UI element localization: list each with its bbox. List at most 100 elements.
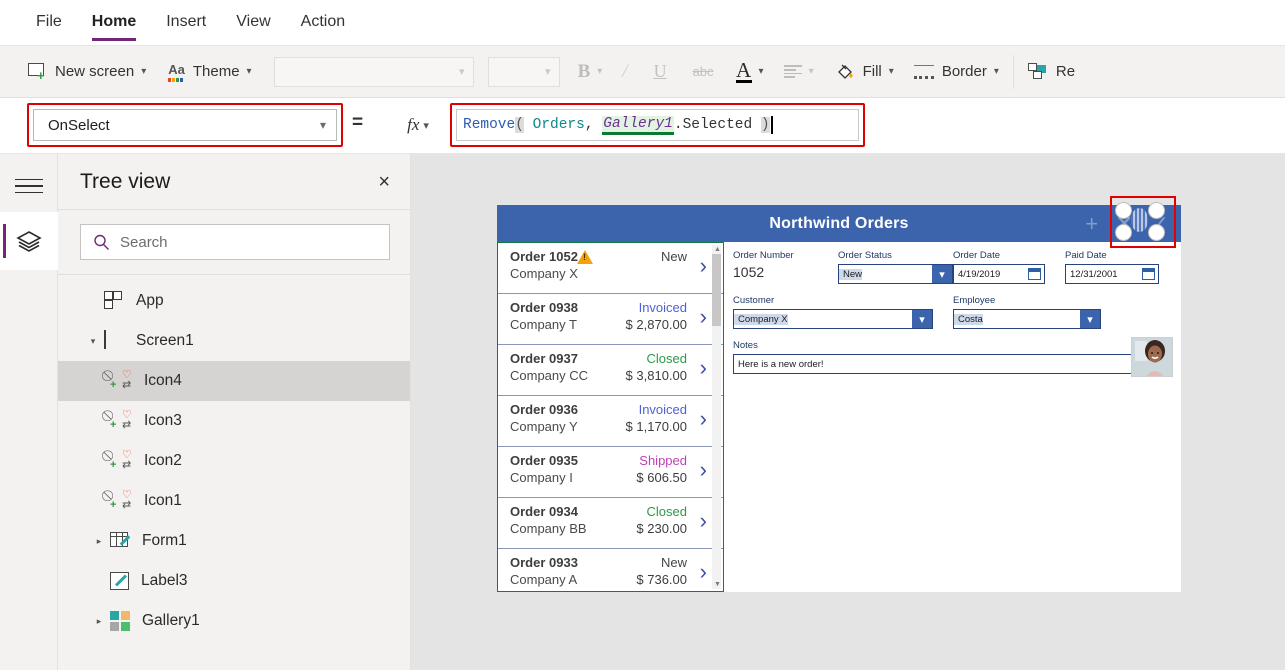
gallery-row[interactable]: Order 0933 New Company A $ 736.00 › (498, 549, 723, 591)
menu-item-file[interactable]: File (36, 13, 62, 33)
tree-item-icon4[interactable]: ⃠♡ +⇄ Icon4 (58, 361, 410, 401)
expand-caret-icon[interactable]: ▸ (97, 616, 102, 627)
selected-control-handles[interactable] (1115, 201, 1171, 243)
calendar-icon[interactable] (1028, 268, 1041, 280)
fill-button[interactable]: Fill ▾ (836, 46, 894, 98)
app-canvas[interactable]: Northwind Orders + ✕ ✓ Order 1052! New C… (497, 196, 1181, 592)
customer-dropdown[interactable]: Company X ▾ (733, 309, 933, 329)
tree-search-area (58, 210, 410, 275)
scroll-down-icon[interactable]: ▼ (714, 581, 721, 588)
menu-item-view[interactable]: View (236, 13, 270, 33)
menu-item-home[interactable]: Home (91, 13, 137, 41)
search-input[interactable] (120, 233, 360, 251)
order-status: Closed (646, 504, 687, 519)
expand-caret-icon[interactable]: ▾ (91, 336, 96, 347)
property-select[interactable]: OnSelect ▾ (33, 109, 337, 141)
menu-item-action[interactable]: Action (301, 13, 345, 33)
reorder-button[interactable]: Re (1027, 46, 1075, 98)
order-status-value: New (839, 268, 863, 280)
border-icon (913, 64, 934, 79)
equals-sign: = (352, 112, 364, 133)
align-button[interactable]: ▾ (783, 46, 814, 98)
move-handle[interactable] (1130, 207, 1149, 233)
chevron-right-icon[interactable]: › (700, 561, 707, 583)
italic-button[interactable]: / (622, 46, 627, 98)
menu-item-insert[interactable]: Insert (166, 13, 206, 33)
calendar-icon[interactable] (1142, 268, 1155, 280)
chevron-down-icon[interactable]: ▾ (912, 310, 932, 328)
fill-label: Fill (862, 63, 882, 80)
employee-dropdown[interactable]: Costa ▾ (953, 309, 1101, 329)
order-company: Company BB (510, 521, 587, 536)
layers-icon (16, 231, 42, 252)
tree-item-label: App (136, 292, 164, 309)
tree-item-icon1[interactable]: ⃠♡ +⇄ Icon1 (58, 481, 410, 521)
gallery-row[interactable]: Order 0938 Invoiced Company T $ 2,870.00… (498, 294, 723, 345)
order-company: Company X (510, 266, 578, 281)
strikethrough-button[interactable]: abc (693, 46, 714, 98)
hamburger-menu-icon[interactable] (15, 176, 43, 196)
close-icon[interactable]: × (378, 172, 390, 192)
tree-item-label: Label3 (141, 572, 188, 589)
theme-button[interactable]: Aa Theme ▾ (168, 46, 252, 98)
chevron-right-icon[interactable]: › (700, 306, 707, 328)
border-button[interactable]: Border ▾ (913, 46, 999, 98)
resize-handle-bottom-right[interactable] (1148, 224, 1165, 241)
scroll-up-icon[interactable]: ▲ (714, 246, 721, 253)
tree-item-app[interactable]: App (58, 281, 410, 321)
orders-gallery[interactable]: Order 1052 New Company X › Order 0938 In… (497, 242, 724, 592)
font-color-button[interactable]: A ▾ (735, 46, 764, 98)
expand-caret-icon[interactable]: ▸ (97, 536, 102, 547)
chevron-right-icon[interactable]: › (700, 255, 707, 277)
canvas-area[interactable]: Northwind Orders + ✕ ✓ Order 1052! New C… (411, 154, 1285, 670)
formula-input[interactable]: Remove( Orders, Gallery1 .Selected ) (456, 109, 859, 141)
bold-button[interactable]: B ▾ (578, 46, 603, 98)
font-name-select[interactable]: ▾ (273, 56, 474, 87)
gallery-row[interactable]: Order 0934 Closed Company BB $ 230.00 › (498, 498, 723, 549)
chevron-right-icon[interactable]: › (700, 408, 707, 430)
gallery-row[interactable]: Order 0936 Invoiced Company Y $ 1,170.00… (498, 396, 723, 447)
chevron-down-icon[interactable]: ▾ (932, 265, 952, 283)
chevron-right-icon[interactable]: › (700, 357, 707, 379)
chevron-down-icon[interactable]: ▾ (1080, 310, 1100, 328)
gallery-scrollbar[interactable]: ▲ ▼ (712, 245, 721, 589)
order-number-value: 1052 (733, 264, 765, 280)
tree-item-gallery1[interactable]: ▸ Gallery1 (58, 601, 410, 641)
gallery-row[interactable]: Order 1052 New Company X › (498, 243, 723, 294)
order-edit-form[interactable]: Order Number 1052 Order Status New ▾ Ord… (733, 250, 1173, 380)
tree-item-icon2[interactable]: ⃠♡ +⇄ Icon2 (58, 441, 410, 481)
gallery-row[interactable]: Order 0937 Closed Company CC $ 3,810.00 … (498, 345, 723, 396)
tree-item-form1[interactable]: ▸ Form1 (58, 521, 410, 561)
tree-item-label3[interactable]: Label3 (58, 561, 410, 601)
tree-item-icon3[interactable]: ⃠♡ +⇄ Icon3 (58, 401, 410, 441)
order-date-field[interactable]: 4/19/2019 (953, 264, 1045, 284)
gallery-row[interactable]: Order 0935 Shipped Company I $ 606.50 › (498, 447, 723, 498)
notes-field[interactable]: Here is a new order! (733, 354, 1163, 374)
fx-button[interactable]: fx ▾ (392, 109, 444, 141)
scrollbar-thumb[interactable] (712, 254, 721, 326)
paid-date-field[interactable]: 12/31/2001 (1065, 264, 1159, 284)
tree-view-rail-tab[interactable] (0, 212, 58, 270)
tree-view-title: Tree view (80, 169, 171, 193)
new-screen-button[interactable]: + New screen ▾ (28, 46, 146, 98)
fx-icon: fx (407, 115, 420, 134)
order-amount: $ 1,170.00 (625, 419, 687, 434)
underline-icon: U (653, 61, 667, 81)
order-status-dropdown[interactable]: New ▾ (838, 264, 953, 284)
search-box[interactable] (80, 224, 390, 260)
employee-label: Employee (953, 295, 996, 306)
order-amount: $ 230.00 (636, 521, 687, 536)
resize-handle-top-right[interactable] (1148, 202, 1165, 219)
chevron-right-icon[interactable]: › (700, 510, 707, 532)
underline-button[interactable]: U (654, 46, 667, 98)
app-header: Northwind Orders + ✕ ✓ (497, 205, 1181, 242)
order-status: Closed (646, 351, 687, 366)
chevron-down-icon: ▾ (423, 119, 429, 132)
resize-handle-bottom-left[interactable] (1115, 224, 1132, 241)
tree-item-screen1[interactable]: ▾ Screen1 (58, 321, 410, 361)
order-number: Order 0934 (510, 504, 578, 519)
add-icon[interactable]: + (1085, 212, 1098, 235)
tree-item-label: Icon1 (144, 492, 182, 509)
chevron-right-icon[interactable]: › (700, 459, 707, 481)
font-size-select[interactable]: ▾ (487, 56, 560, 87)
